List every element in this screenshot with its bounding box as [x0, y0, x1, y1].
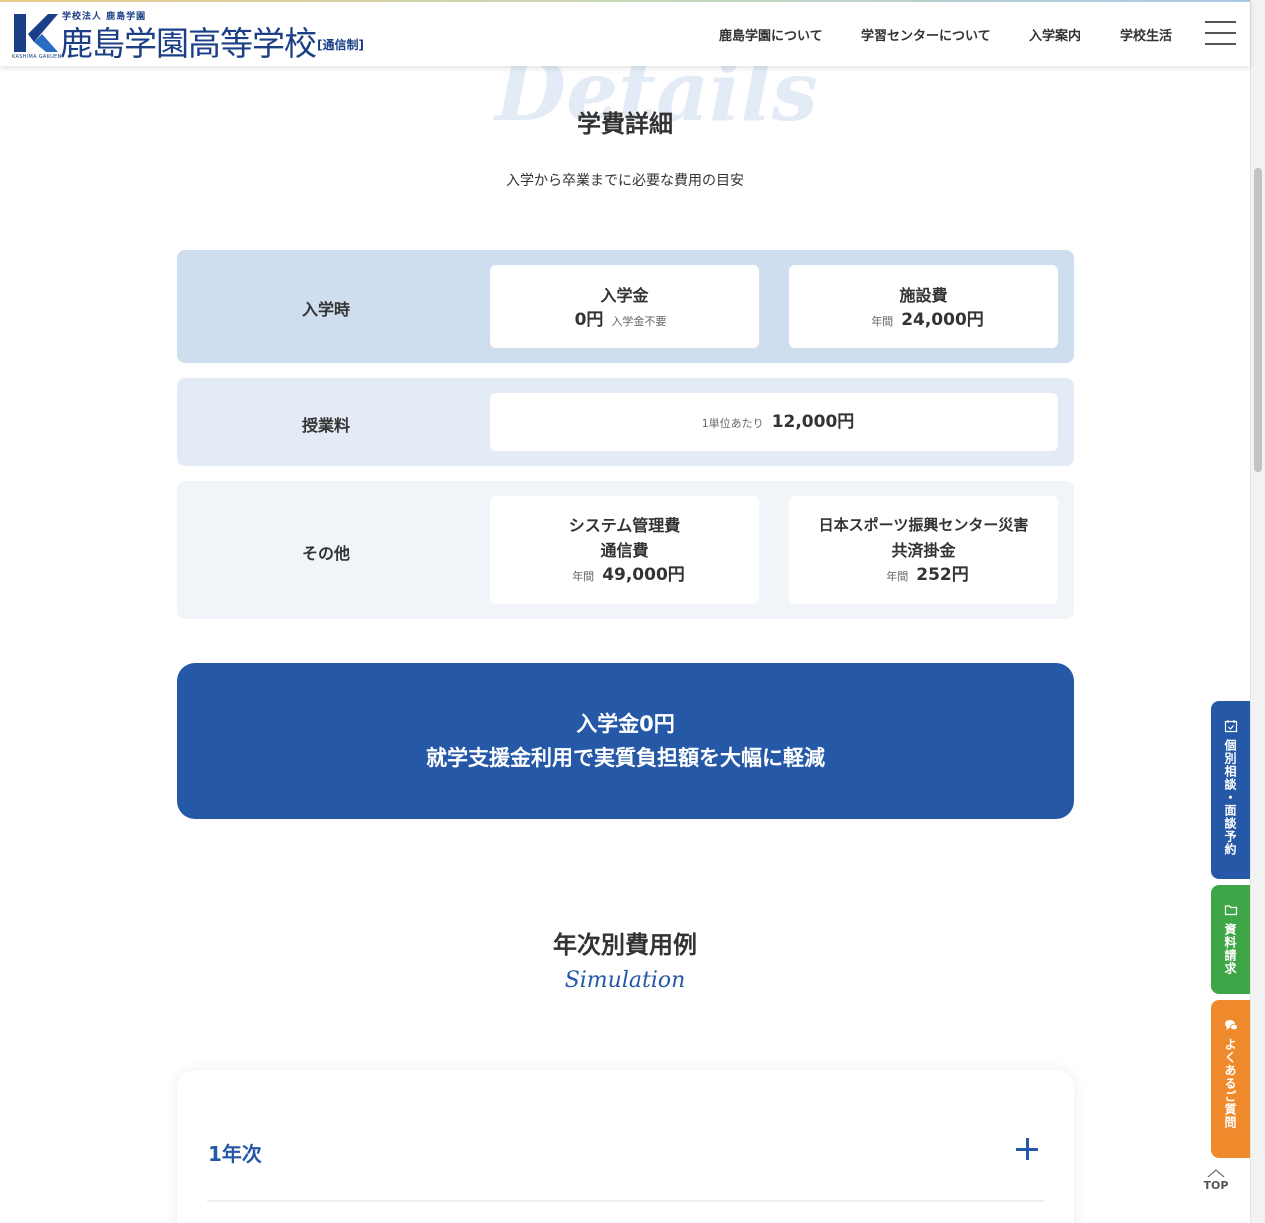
back-to-top-button[interactable]: TOP [1198, 1168, 1234, 1192]
logo-correspondence-tag: [通信制] [317, 38, 364, 52]
facility-fee-name: 施設費 [899, 286, 948, 305]
facility-fee-prefix: 年間 [871, 315, 894, 328]
logo-romaji: KASHIMA GAKUEN [12, 54, 62, 60]
page-scrollbar[interactable] [1250, 0, 1265, 1223]
site-header: 学校法人 鹿島学園 鹿島学園高等学校 [通信制] KASHIMA GAKUEN … [0, 0, 1250, 66]
chat-bubbles-icon [1224, 1020, 1238, 1031]
side-tab-faq-label: よくあるご質問 [1223, 1038, 1237, 1129]
banner-line-2: 就学支援金利用で実質負担額を大幅に軽減 [426, 746, 825, 770]
side-tab-consultation[interactable]: 個別相談・面談予約 [1211, 701, 1250, 879]
calendar-check-icon [1224, 720, 1237, 733]
system-fee-card: システム管理費 通信費 年間 49,000円 [490, 496, 759, 604]
fee-row-tuition: 授業料 1単位あたり 12,000円 [177, 378, 1074, 466]
sports-insurance-name: 日本スポーツ振興センター災害 [818, 516, 1029, 534]
entry-fee-name: 入学金 [600, 286, 649, 305]
tuition-fee-card: 1単位あたり 12,000円 [490, 393, 1058, 451]
nav-about-learning-center[interactable]: 学習センターについて [861, 25, 991, 44]
entry-fee-card: 入学金 0円 入学金不要 [490, 265, 759, 348]
chevron-up-icon [1207, 1169, 1225, 1178]
facility-fee-price: 24,000円 [901, 310, 984, 330]
fee-label-admission: 入学時 [301, 300, 350, 319]
communication-fee-name: 通信費 [600, 541, 649, 560]
back-to-top-label: TOP [1203, 1179, 1229, 1192]
scrollbar-thumb[interactable] [1254, 168, 1262, 472]
simulation-script-word: Simulation [564, 968, 686, 993]
fee-label-tuition: 授業料 [301, 416, 350, 435]
school-logo-icon[interactable] [14, 12, 58, 54]
fee-details-title: 学費詳細 [577, 110, 673, 138]
fee-label-other: その他 [301, 544, 350, 563]
plus-icon[interactable] [1016, 1138, 1038, 1160]
side-tab-faq[interactable]: よくあるご質問 [1211, 1000, 1250, 1158]
system-fee-price: 49,000円 [602, 565, 685, 585]
tuition-fee-prefix: 1単位あたり [701, 417, 764, 430]
folder-icon [1224, 905, 1237, 916]
support-fund-banner: 入学金0円 就学支援金利用で実質負担額を大幅に軽減 [177, 663, 1074, 819]
yearly-cost-accordion: 1年次 [177, 1070, 1074, 1223]
entry-fee-note: 入学金不要 [611, 315, 667, 328]
accordion-year-1-title[interactable]: 1年次 [208, 1138, 262, 1167]
entry-fee-price: 0円 [574, 310, 604, 330]
nav-about-school[interactable]: 鹿島学園について [719, 25, 823, 44]
fee-details-subtitle: 入学から卒業までに必要な費用の目安 [506, 173, 744, 189]
logo-school-name[interactable]: 鹿島学園高等学校 [60, 17, 317, 65]
banner-line-1: 入学金0円 [576, 712, 675, 736]
accordion-divider [207, 1200, 1044, 1202]
system-fee-prefix: 年間 [572, 570, 595, 583]
nav-school-life[interactable]: 学校生活 [1120, 25, 1172, 44]
header-accent-line [0, 0, 1250, 2]
side-tab-consultation-label: 個別相談・面談予約 [1223, 739, 1237, 856]
system-fee-name: システム管理費 [568, 516, 681, 535]
sports-insurance-card: 日本スポーツ振興センター災害 共済掛金 年間 252円 [789, 496, 1058, 604]
sports-insurance-price: 252円 [916, 565, 969, 585]
hamburger-menu-icon[interactable] [1205, 21, 1236, 45]
simulation-title: 年次別費用例 [553, 931, 697, 959]
fee-row-admission: 入学時 入学金 0円 入学金不要 施設費 年間 24,000円 [177, 250, 1074, 363]
tuition-fee-price: 12,000円 [771, 412, 855, 432]
side-tab-brochure-request[interactable]: 資料請求 [1211, 885, 1250, 994]
facility-fee-card: 施設費 年間 24,000円 [789, 265, 1058, 348]
sports-insurance-prefix: 年間 [886, 570, 909, 583]
fee-row-other: その他 システム管理費 通信費 年間 49,000円 日本スポーツ振興センター災害… [177, 481, 1074, 619]
mutual-aid-name: 共済掛金 [891, 541, 956, 560]
side-tab-brochure-label: 資料請求 [1223, 923, 1237, 975]
nav-admission-guide[interactable]: 入学案内 [1029, 25, 1081, 44]
